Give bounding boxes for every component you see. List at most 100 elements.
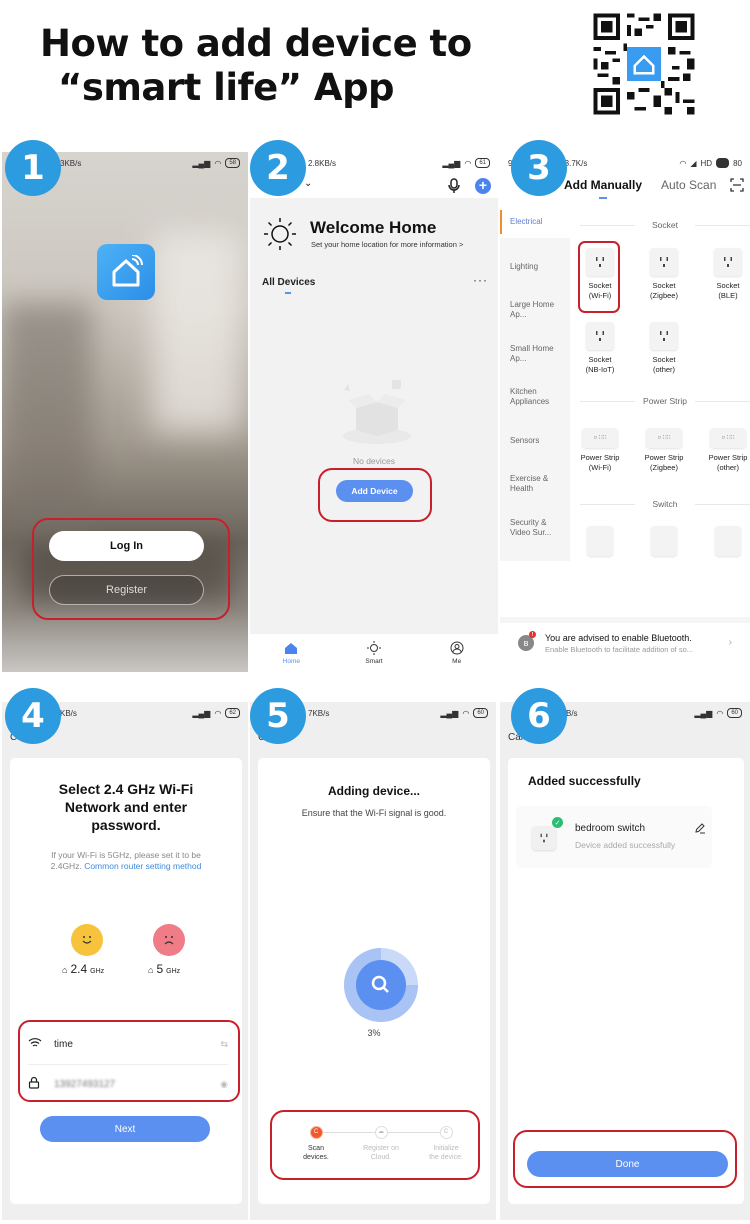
- socket-icon: [650, 248, 678, 276]
- all-devices-tab[interactable]: All Devices: [262, 277, 315, 288]
- battery-icon: 58: [225, 158, 240, 168]
- step4-wifi-screen: KB/s ▂▄▆◠62 Cancel Select 2.4 GHz Wi-Fi …: [2, 702, 248, 1220]
- switch-icon: [715, 526, 741, 556]
- step-badge-5: 5: [250, 688, 306, 744]
- highlight-box: [270, 1110, 480, 1180]
- wifi-card: Select 2.4 GHz Wi-Fi Network and enter p…: [10, 758, 242, 1204]
- device-socket-zigbee[interactable]: Socket (Zigbee): [637, 248, 691, 301]
- freq-value: 2.4: [70, 962, 88, 976]
- battery-icon: 61: [475, 158, 490, 168]
- device-socket-nbiot[interactable]: Socket (NB-IoT): [573, 322, 627, 375]
- home-selector-chevron-icon[interactable]: ⌄: [304, 178, 312, 189]
- more-icon[interactable]: ···: [473, 273, 488, 287]
- power-strip-icon: ○ ∷∷: [710, 428, 746, 448]
- step1-login-screen: 3KB/s ▂▄▆ ◠ 58 Log In Register: [2, 152, 248, 672]
- chevron-right-icon: ›: [728, 637, 732, 648]
- device-type: (other): [716, 463, 740, 472]
- microphone-icon[interactable]: [448, 178, 460, 194]
- step2-home-screen: 2.8KB/s ▂▄▆ ◠ 61 ⌄ + Welcome Home Set your…: [250, 152, 498, 672]
- tab-me[interactable]: Me: [415, 634, 498, 672]
- device-strip-other[interactable]: ○ ∷∷ Power Strip (other): [701, 428, 750, 473]
- add-icon[interactable]: +: [475, 178, 491, 194]
- device-name: Socket: [588, 355, 612, 364]
- signal-icon: ▂▄▆: [694, 708, 713, 718]
- freq-2-4ghz: ⌂ 2.4 GHz: [62, 962, 104, 976]
- socket-icon: [714, 248, 742, 276]
- device-type: (Zigbee): [650, 291, 678, 300]
- step-badge-4: 4: [5, 688, 61, 744]
- adding-heading: Adding device...: [327, 784, 420, 798]
- device-name: Socket: [716, 281, 740, 290]
- user-icon: [450, 641, 464, 655]
- adding-subtitle: Ensure that the Wi-Fi signal is good.: [301, 808, 447, 818]
- sun-weather-icon: [264, 218, 296, 250]
- router-setting-link[interactable]: Common router setting method: [84, 861, 201, 871]
- socket-icon: [586, 322, 614, 350]
- wifi-icon: ◠: [462, 708, 470, 718]
- added-device-card[interactable]: ✓ bedroom switch Device added successful…: [516, 806, 712, 868]
- category-sensors[interactable]: Sensors: [510, 436, 539, 446]
- device-switch-3[interactable]: [701, 526, 750, 561]
- tab-home[interactable]: Home: [250, 634, 333, 672]
- title-line-2: “smart life” App: [58, 66, 395, 109]
- signal-icon: ▂▄▆: [442, 158, 461, 168]
- next-button[interactable]: Next: [40, 1116, 210, 1142]
- no-devices-text: No devices: [352, 456, 396, 466]
- wifi-icon: ◠: [214, 708, 222, 718]
- device-switch-1[interactable]: [573, 526, 627, 561]
- freq-unit: GHz: [166, 968, 181, 975]
- edit-icon[interactable]: [694, 822, 706, 834]
- category-sidebar: Electrical Lighting Large Home Ap... Sma…: [500, 206, 570, 561]
- bluetooth-advice-banner[interactable]: ʙ ! You are advised to enable Bluetooth.…: [500, 617, 750, 659]
- tab-underline: [285, 292, 291, 294]
- set-location-link[interactable]: Set your home location for more informat…: [311, 240, 463, 249]
- tab-auto-scan[interactable]: Auto Scan: [661, 178, 716, 192]
- highlight-box: [32, 518, 230, 620]
- step3-add-device-screen: 9:3.7K/s ◠◢HD 80 Add Manually Auto Scan …: [500, 152, 750, 672]
- freq-value: 5: [156, 962, 164, 976]
- highlight-box: [578, 241, 620, 313]
- switch-icon: [651, 526, 677, 556]
- smart-life-app-icon: [97, 244, 155, 300]
- bottom-tab-bar: Home Smart Me: [250, 634, 498, 672]
- signal-icon: ▂▄▆: [440, 708, 459, 718]
- category-security[interactable]: Security & Video Sur...: [510, 518, 560, 538]
- freq-5ghz: ⌂ 5 GHz: [148, 962, 180, 976]
- success-check-icon: ✓: [552, 817, 563, 828]
- socket-icon: [650, 322, 678, 350]
- category-lighting[interactable]: Lighting: [510, 262, 538, 272]
- device-name: bedroom switch: [575, 823, 646, 834]
- qr-code-icon: [590, 10, 698, 118]
- battery-level: 80: [733, 158, 742, 168]
- device-strip-wifi[interactable]: ○ ∷∷ Power Strip (Wi-Fi): [573, 428, 627, 473]
- device-name: Power Strip: [708, 453, 748, 462]
- happy-face-icon: [71, 924, 103, 956]
- section-switch: Switch: [580, 499, 750, 509]
- device-name: Power Strip: [644, 453, 684, 462]
- category-exercise[interactable]: Exercise & Health: [510, 474, 560, 494]
- step5-adding-screen: 7KB/s ▂▄▆◠60 Cancel Adding device... Ens…: [250, 702, 496, 1220]
- device-type: (Wi-Fi): [588, 463, 612, 472]
- tab-underline: [599, 197, 607, 199]
- tab-smart[interactable]: Smart: [333, 634, 416, 672]
- switch-icon: [587, 526, 613, 556]
- device-socket-ble[interactable]: Socket (BLE): [701, 248, 750, 301]
- device-switch-2[interactable]: [637, 526, 691, 561]
- category-electrical[interactable]: Electrical: [500, 206, 570, 238]
- wifi-icon: ◠: [679, 158, 687, 168]
- step6-success-screen: B/s ▂▄▆◠60 Cancel Added successfully ✓ b…: [500, 702, 750, 1220]
- device-type: (NB-IoT): [585, 365, 615, 374]
- device-strip-zigbee[interactable]: ○ ∷∷ Power Strip (Zigbee): [637, 428, 691, 473]
- home-icon: [285, 642, 298, 654]
- category-kitchen[interactable]: Kitchen Appliances: [510, 387, 565, 407]
- battery-icon: 62: [225, 708, 240, 718]
- category-large-home[interactable]: Large Home Ap...: [510, 300, 560, 320]
- scan-icon[interactable]: [730, 178, 744, 192]
- device-socket-other[interactable]: Socket (other): [637, 322, 691, 375]
- section-power-strip: Power Strip: [580, 396, 750, 406]
- category-small-home[interactable]: Small Home Ap...: [510, 344, 560, 364]
- section-socket: Socket: [580, 220, 750, 230]
- wifi-note: If your Wi-Fi is 5GHz, please set it to …: [10, 850, 242, 872]
- step-badge-3: 3: [511, 140, 567, 196]
- tab-add-manually[interactable]: Add Manually: [564, 178, 642, 192]
